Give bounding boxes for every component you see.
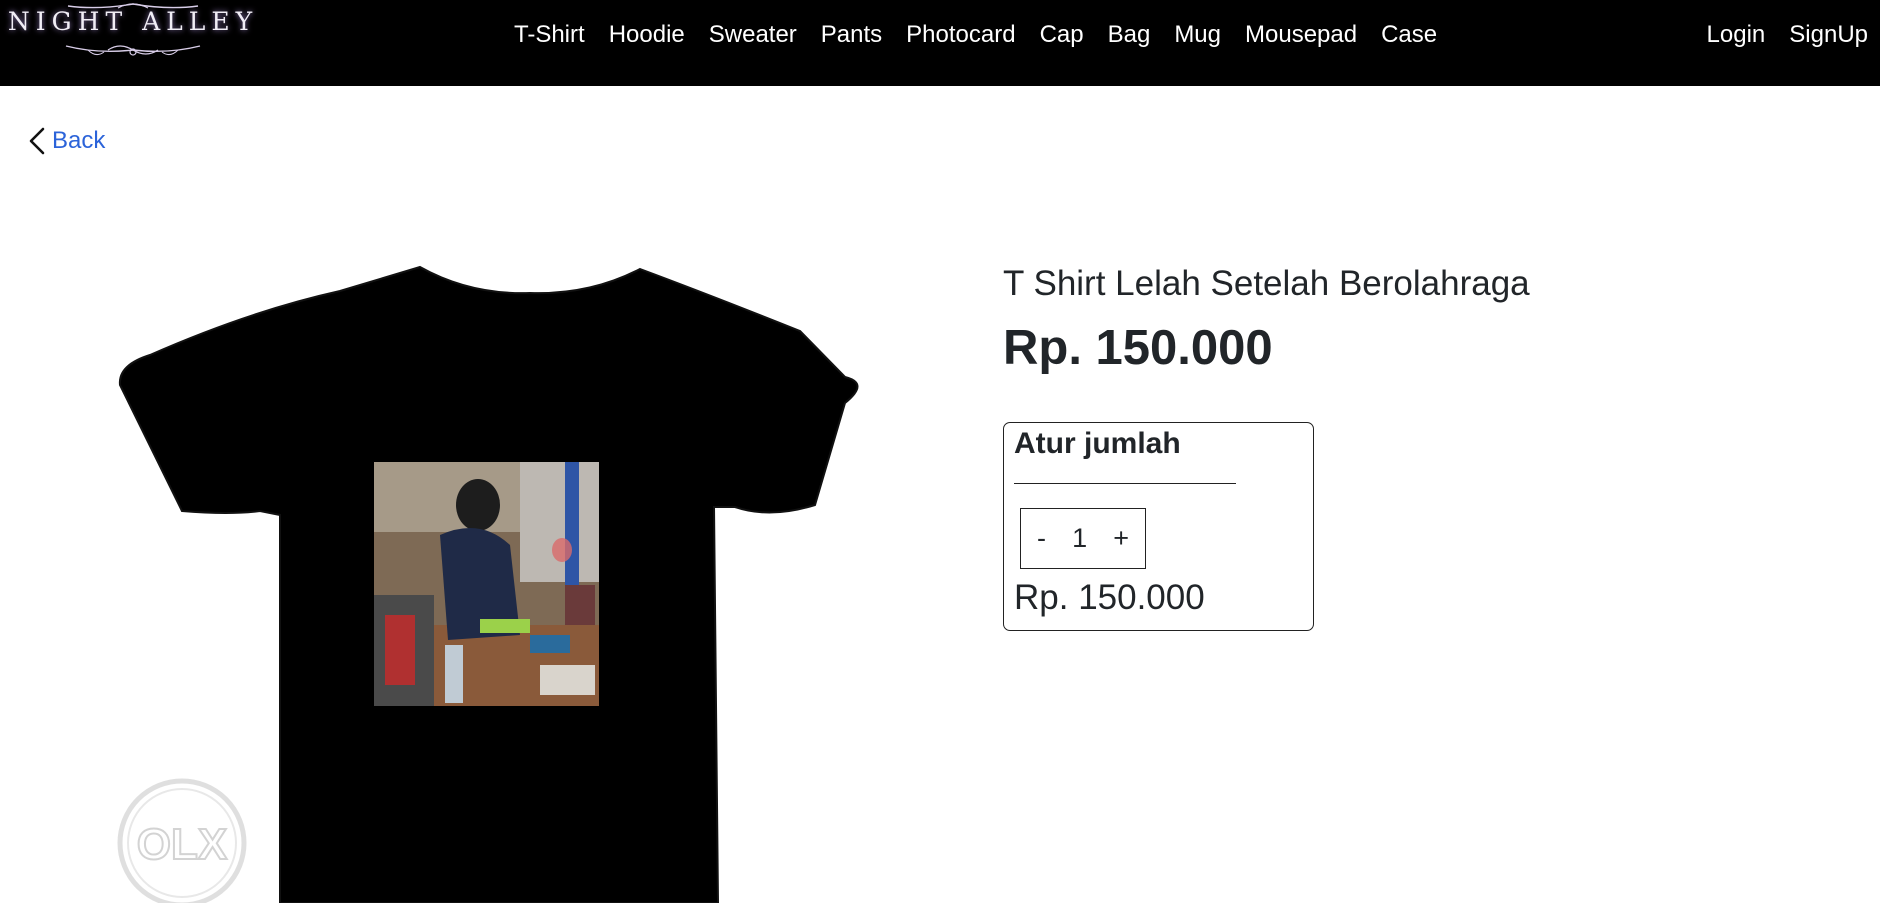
- quantity-card: Atur jumlah - 1 + Rp. 150.000: [1003, 422, 1314, 631]
- quantity-stepper: - 1 +: [1020, 508, 1146, 569]
- nav-link-sweater[interactable]: Sweater: [697, 21, 809, 49]
- subtotal-price: Rp. 150.000: [1014, 578, 1205, 617]
- auth-nav: Login SignUp: [1695, 0, 1880, 70]
- product-price: Rp. 150.000: [1003, 321, 1273, 375]
- brand-logo[interactable]: NIGHT ALLEY: [8, 0, 252, 80]
- product-title: T Shirt Lelah Setelah Berolahraga: [1003, 264, 1530, 303]
- logo-flourish-top-icon: [67, 3, 199, 9]
- back-label: Back: [52, 127, 106, 154]
- increase-button[interactable]: +: [1107, 523, 1135, 554]
- logo-flourish-bottom-icon: [65, 44, 201, 56]
- back-link[interactable]: Back: [26, 126, 105, 156]
- shirt-print-photo: [374, 462, 599, 706]
- top-navbar: NIGHT ALLEY T-Shirt Hoodie Sweater Pants…: [0, 0, 1880, 86]
- nav-link-cap[interactable]: Cap: [1028, 21, 1096, 49]
- nav-link-bag[interactable]: Bag: [1096, 21, 1163, 49]
- nav-link-hoodie[interactable]: Hoodie: [597, 21, 697, 49]
- product-tshirt-image: OLX: [117, 265, 859, 908]
- nav-link-pants[interactable]: Pants: [809, 21, 894, 49]
- chevron-left-icon: [29, 127, 45, 155]
- nav-link-photocard[interactable]: Photocard: [894, 21, 1027, 49]
- login-link[interactable]: Login: [1695, 21, 1778, 49]
- nav-link-mug[interactable]: Mug: [1162, 21, 1233, 49]
- nav-link-mousepad[interactable]: Mousepad: [1233, 21, 1369, 49]
- nav-link-t-shirt[interactable]: T-Shirt: [502, 21, 597, 49]
- watermark-text: OLX: [137, 820, 227, 869]
- signup-link[interactable]: SignUp: [1777, 21, 1880, 49]
- quantity-value[interactable]: 1: [1072, 523, 1087, 554]
- nav-link-case[interactable]: Case: [1369, 21, 1449, 49]
- decrease-button[interactable]: -: [1031, 523, 1052, 554]
- category-nav: T-Shirt Hoodie Sweater Pants Photocard C…: [502, 0, 1449, 70]
- olx-watermark: OLX: [117, 778, 247, 908]
- divider: [1014, 483, 1236, 484]
- quantity-heading: Atur jumlah: [1014, 427, 1181, 460]
- product-image: OLX: [110, 255, 870, 908]
